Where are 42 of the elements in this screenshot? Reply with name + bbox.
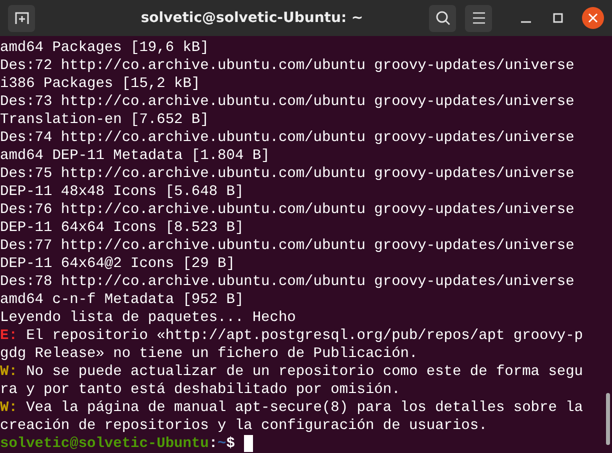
output-line: DEP-11 48x48 Icons [5.648 B] [0, 183, 244, 201]
scrollbar[interactable] [606, 393, 610, 445]
output-line: creación de repositorios y la configuración de usuarios. [0, 417, 488, 435]
output-line: DEP-11 64x64 Icons [8.523 B] [0, 219, 244, 237]
warning-prefix: W: [0, 363, 18, 381]
output-line: Des:74 http://co.archive.ubuntu.com/ubuntu groovy-updates/universe [0, 129, 574, 147]
minimize-icon [521, 21, 531, 23]
output-line: No se puede actualizar de un repositorio como este de forma segu [26, 363, 583, 381]
output-line: Des:73 http://co.archive.ubuntu.com/ubuntu groovy-updates/universe [0, 93, 574, 111]
output-line: Des:78 http://co.archive.ubuntu.com/ubuntu groovy-updates/universe [0, 273, 574, 291]
search-icon [434, 10, 450, 26]
prompt-symbol: $ [226, 435, 235, 453]
menu-icon [472, 12, 486, 24]
output-line: Des:75 http://co.archive.ubuntu.com/ubuntu groovy-updates/universe [0, 165, 574, 183]
output-line: El repositorio «http://apt.postgresql.org/pub/repos/apt groovy-p [26, 327, 583, 345]
output-line: gdg Release» no tiene un fichero de Publicación. [0, 345, 418, 363]
new-tab-icon [14, 10, 30, 26]
text-cursor [244, 435, 253, 452]
warning-prefix: W: [0, 399, 18, 417]
output-line: i386 Packages [15,2 kB] [0, 75, 200, 93]
output-line: Translation-en [7.652 B] [0, 111, 209, 129]
prompt-separator: : [208, 435, 218, 453]
prompt-path: ~ [218, 435, 226, 453]
output-line: Des:77 http://co.archive.ubuntu.com/ubuntu groovy-updates/universe [0, 237, 574, 255]
output-line: Leyendo lista de paquetes... Hecho [0, 309, 296, 327]
output-line: ra y por tanto está deshabilitado por omisión. [0, 381, 400, 399]
output-line: Vea la página de manual apt-secure(8) para los detalles sobre la [26, 399, 583, 417]
output-line: Des:76 http://co.archive.ubuntu.com/ubuntu groovy-updates/universe [0, 201, 574, 219]
output-line: amd64 DEP-11 Metadata [1.804 B] [0, 147, 270, 165]
search-button[interactable] [429, 4, 456, 32]
error-prefix: E: [0, 327, 18, 345]
output-line: Des:72 http://co.archive.ubuntu.com/ubuntu groovy-updates/universe [0, 57, 574, 75]
output-line: amd64 c-n-f Metadata [952 B] [0, 291, 244, 309]
maximize-icon [553, 13, 563, 23]
output-line: DEP-11 64x64@2 Icons [29 B] [0, 255, 235, 273]
new-tab-button[interactable] [8, 4, 35, 32]
close-icon [588, 13, 598, 23]
menu-button[interactable] [465, 4, 492, 32]
window-title: solvetic@solvetic-Ubuntu: ~ [140, 10, 364, 26]
close-button[interactable] [582, 7, 604, 29]
prompt-user-host: solvetic@solvetic-Ubuntu [0, 435, 209, 453]
output-line: amd64 Packages [19,6 kB] [0, 39, 209, 57]
